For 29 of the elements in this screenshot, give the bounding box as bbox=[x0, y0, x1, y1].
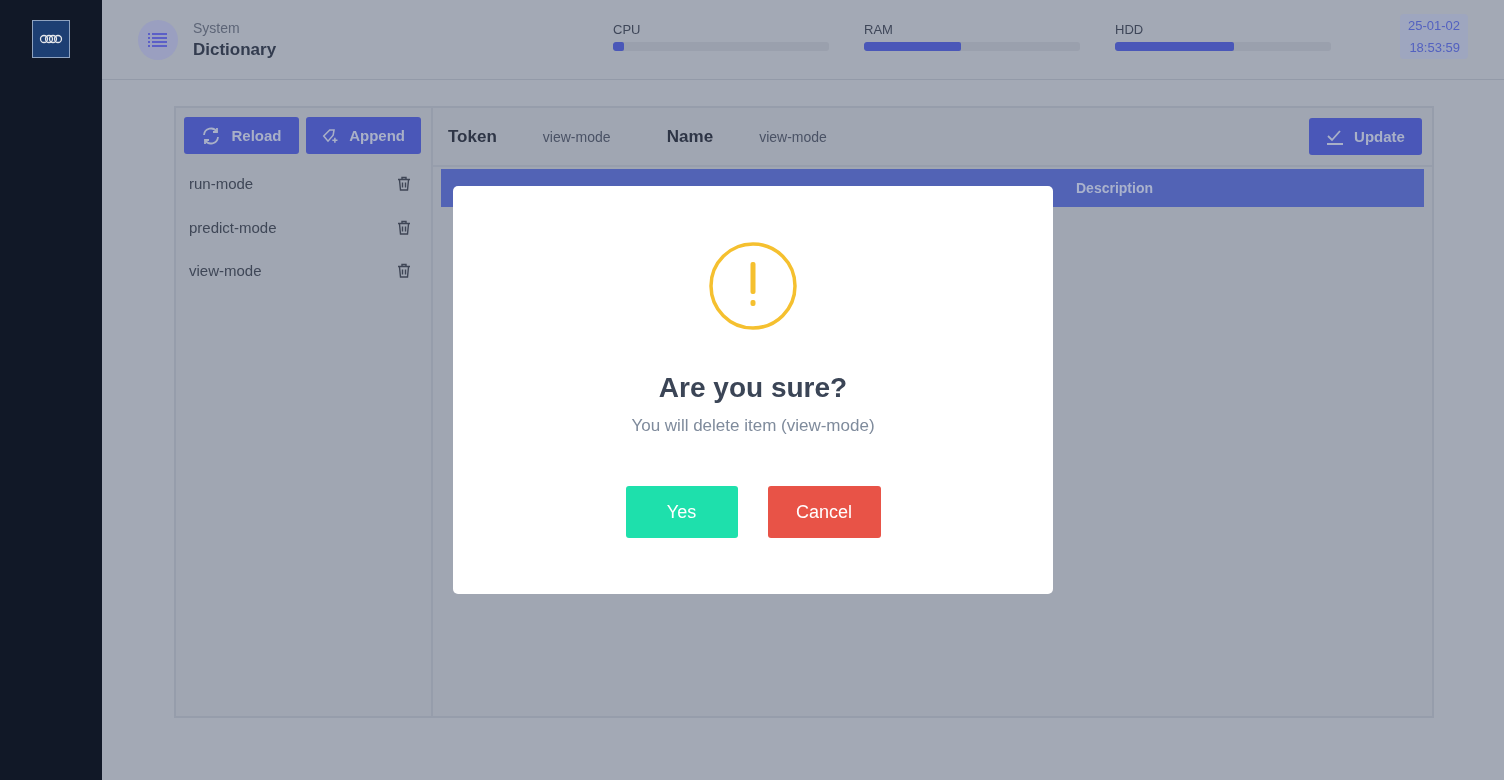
append-button[interactable]: Append bbox=[306, 117, 421, 154]
meter-label: CPU bbox=[613, 22, 641, 37]
dialog-title: Are you sure? bbox=[658, 372, 848, 404]
trash-icon[interactable] bbox=[397, 263, 411, 279]
list-icon[interactable] bbox=[138, 19, 178, 60]
logo-icon bbox=[32, 20, 70, 58]
column-header: Description bbox=[1076, 180, 1153, 196]
name-value: view-mode bbox=[759, 128, 828, 145]
cancel-button[interactable]: Cancel bbox=[767, 486, 881, 538]
reload-button[interactable]: Reload bbox=[184, 117, 299, 154]
list-item[interactable]: predict-mode bbox=[189, 218, 277, 236]
token-label: Token bbox=[448, 126, 497, 147]
page-title: Dictionary bbox=[193, 39, 278, 60]
token-value: view-mode bbox=[542, 128, 612, 145]
trash-icon[interactable] bbox=[397, 176, 411, 192]
meter-label: RAM bbox=[864, 22, 893, 37]
trash-icon[interactable] bbox=[397, 219, 411, 235]
name-label: Name bbox=[666, 126, 714, 147]
dialog-message: You will delete item (view-mode) bbox=[631, 416, 875, 436]
meter-label: HDD bbox=[1115, 22, 1144, 37]
warning-icon bbox=[709, 242, 797, 330]
tag-plus-icon bbox=[322, 126, 340, 145]
clock: 25-01-02 18:53:59 bbox=[1399, 14, 1468, 59]
update-button[interactable]: Update bbox=[1309, 118, 1422, 155]
list-item[interactable]: view-mode bbox=[189, 262, 262, 280]
list-item[interactable]: run-mode bbox=[189, 175, 254, 193]
section-label: System bbox=[193, 19, 241, 36]
refresh-icon bbox=[201, 126, 222, 145]
check-icon bbox=[1326, 128, 1345, 145]
